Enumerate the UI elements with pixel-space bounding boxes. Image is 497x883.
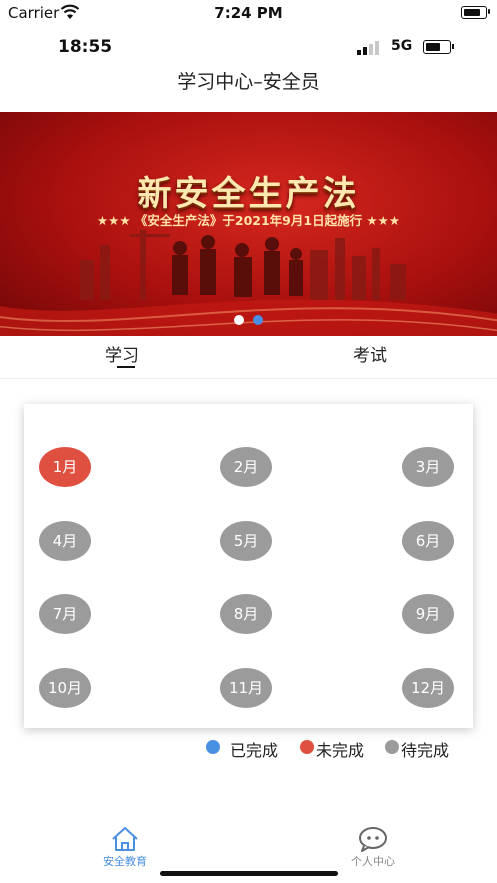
month-6-button[interactable]: 6月 — [402, 521, 454, 561]
carousel-dot-2[interactable] — [253, 315, 263, 325]
chat-face-icon — [359, 827, 387, 852]
page-title: 学习中心–安全员 — [177, 71, 320, 93]
device-time: 7:24 PM — [214, 4, 283, 22]
month-5-button[interactable]: 5月 — [220, 521, 272, 561]
nav-label-personal-center: 个人中心 — [351, 855, 395, 868]
home-indicator — [160, 871, 338, 876]
banner-title: 新安全生产法 — [137, 174, 360, 214]
banner-carousel[interactable]: 新安全生产法 ★★★ 《安全生产法》于2021年9月1日起施行 ★★★ — [0, 112, 497, 336]
month-4-button[interactable]: 4月 — [39, 521, 91, 561]
tab-divider — [0, 378, 497, 379]
month-11-button[interactable]: 11月 — [220, 668, 272, 708]
legend-incomplete-label: 未完成 — [316, 741, 365, 760]
app-status-time: 18:55 — [58, 37, 113, 57]
legend-incomplete-dot — [300, 740, 314, 754]
legend-completed-label: 已完成 — [230, 741, 279, 760]
month-8-button[interactable]: 8月 — [220, 594, 272, 634]
network-label: 5G — [391, 38, 413, 54]
month-12-button[interactable]: 12月 — [402, 668, 454, 708]
nav-label-safety-education: 安全教育 — [103, 855, 147, 868]
carousel-dot-1[interactable] — [234, 315, 244, 325]
tab-exam[interactable]: 考试 — [353, 341, 387, 366]
month-2-button[interactable]: 2月 — [220, 447, 272, 487]
legend-pending-dot — [385, 740, 399, 754]
month-9-button[interactable]: 9月 — [402, 594, 454, 634]
app-battery-icon — [423, 40, 451, 54]
device-battery-icon — [461, 6, 487, 19]
banner-subtitle: ★★★ 《安全生产法》于2021年9月1日起施行 ★★★ — [96, 213, 401, 228]
legend-pending-label: 待完成 — [401, 741, 450, 760]
month-1-button[interactable]: 1月 — [39, 447, 91, 487]
month-3-button[interactable]: 3月 — [402, 447, 454, 487]
app-battery-cap — [452, 44, 454, 49]
home-icon — [112, 827, 138, 851]
month-grid-card: 1月 2月 3月 4月 5月 6月 7月 8月 9月 10月 11月 12月 — [24, 404, 473, 728]
month-7-button[interactable]: 7月 — [39, 594, 91, 634]
device-battery-cap — [488, 9, 490, 14]
tab-active-indicator — [117, 366, 135, 368]
month-10-button[interactable]: 10月 — [39, 668, 91, 708]
tab-study[interactable]: 学习 — [105, 341, 139, 366]
signal-icon — [357, 41, 379, 55]
banner-skyline-illustration — [80, 230, 406, 300]
legend-completed-dot — [206, 740, 220, 754]
